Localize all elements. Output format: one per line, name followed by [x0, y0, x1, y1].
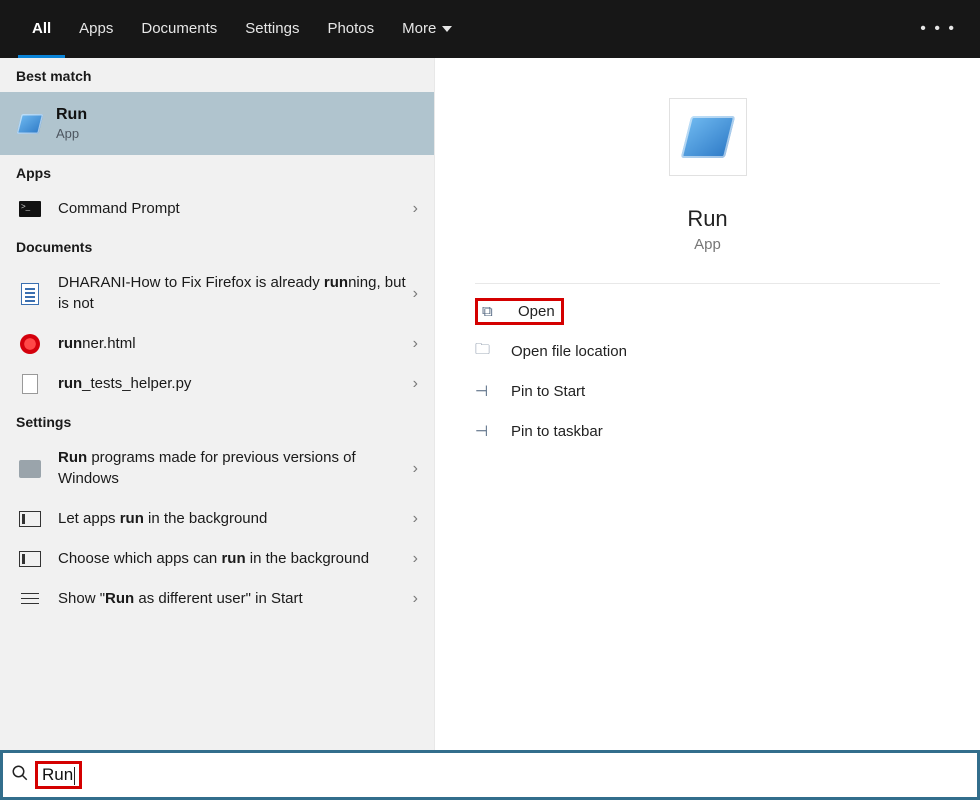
tab-apps[interactable]: Apps [65, 0, 127, 58]
background-apps-icon [19, 511, 41, 527]
document-result[interactable]: DHARANI-How to Fix Firefox is already ru… [0, 263, 434, 324]
chevron-right-icon: › [413, 335, 418, 353]
background-apps-icon [19, 551, 41, 567]
chevron-right-icon: › [413, 200, 418, 218]
tab-settings[interactable]: Settings [231, 0, 313, 58]
chevron-right-icon: › [413, 590, 418, 608]
pin-icon: ⊣ [475, 382, 511, 400]
apps-heading: Apps [0, 155, 434, 189]
tab-more[interactable]: More [388, 0, 466, 58]
word-doc-icon [21, 283, 39, 305]
best-match-heading: Best match [0, 58, 434, 92]
compatibility-icon [19, 460, 41, 478]
top-tab-bar: All Apps Documents Settings Photos More … [0, 0, 980, 58]
settings-result[interactable]: Choose which apps can run in the backgro… [0, 539, 434, 579]
best-match-title: Run [56, 106, 87, 124]
search-bar[interactable]: Run [0, 750, 980, 800]
tab-photos[interactable]: Photos [313, 0, 388, 58]
settings-result[interactable]: Run programs made for previous versions … [0, 438, 434, 499]
run-app-icon [680, 116, 734, 158]
preview-actions: ⧉ Open 🗀 Open file location ⊣ Pin to Sta… [435, 298, 980, 451]
chevron-right-icon: › [413, 460, 418, 478]
command-prompt-icon [19, 201, 41, 217]
preview-subtitle: App [435, 236, 980, 253]
preview-panel: Run App ⧉ Open 🗀 Open file location ⊣ Pi… [434, 58, 980, 750]
chevron-right-icon: › [413, 375, 418, 393]
settings-result[interactable]: Let apps run in the background › [0, 499, 434, 539]
file-icon [22, 374, 38, 394]
action-open-file-location[interactable]: 🗀 Open file location [475, 331, 980, 371]
app-large-icon [669, 98, 747, 176]
action-pin-to-taskbar[interactable]: ⊣ Pin to taskbar [475, 411, 980, 451]
tab-documents[interactable]: Documents [127, 0, 231, 58]
chevron-right-icon: › [413, 285, 418, 303]
settings-heading: Settings [0, 404, 434, 438]
action-open[interactable]: ⧉ Open [475, 298, 564, 325]
open-icon: ⧉ [482, 303, 518, 320]
best-match-result[interactable]: Run App [0, 92, 434, 155]
best-match-subtitle: App [56, 126, 87, 141]
divider [475, 283, 940, 284]
chevron-down-icon [442, 26, 452, 32]
folder-location-icon: 🗀 [475, 339, 511, 364]
document-result[interactable]: runner.html › [0, 324, 434, 364]
pin-icon: ⊣ [475, 422, 511, 440]
settings-result[interactable]: Show "Run as different user" in Start › [0, 579, 434, 619]
documents-heading: Documents [0, 229, 434, 263]
search-icon [11, 764, 29, 787]
document-result[interactable]: run_tests_helper.py › [0, 364, 434, 404]
preview-title: Run [435, 206, 980, 232]
chevron-right-icon: › [413, 510, 418, 528]
chevron-right-icon: › [413, 550, 418, 568]
run-app-icon [17, 114, 44, 134]
settings-sliders-icon [19, 590, 41, 608]
action-pin-to-start[interactable]: ⊣ Pin to Start [475, 371, 980, 411]
opera-icon [20, 334, 40, 354]
app-result-command-prompt[interactable]: Command Prompt › [0, 189, 434, 229]
results-panel: Best match Run App Apps Command Prompt ›… [0, 58, 434, 750]
tab-all[interactable]: All [18, 0, 65, 58]
text-caret [74, 767, 75, 785]
more-options-button[interactable]: • • • [920, 0, 956, 58]
search-query[interactable]: Run [35, 761, 82, 789]
